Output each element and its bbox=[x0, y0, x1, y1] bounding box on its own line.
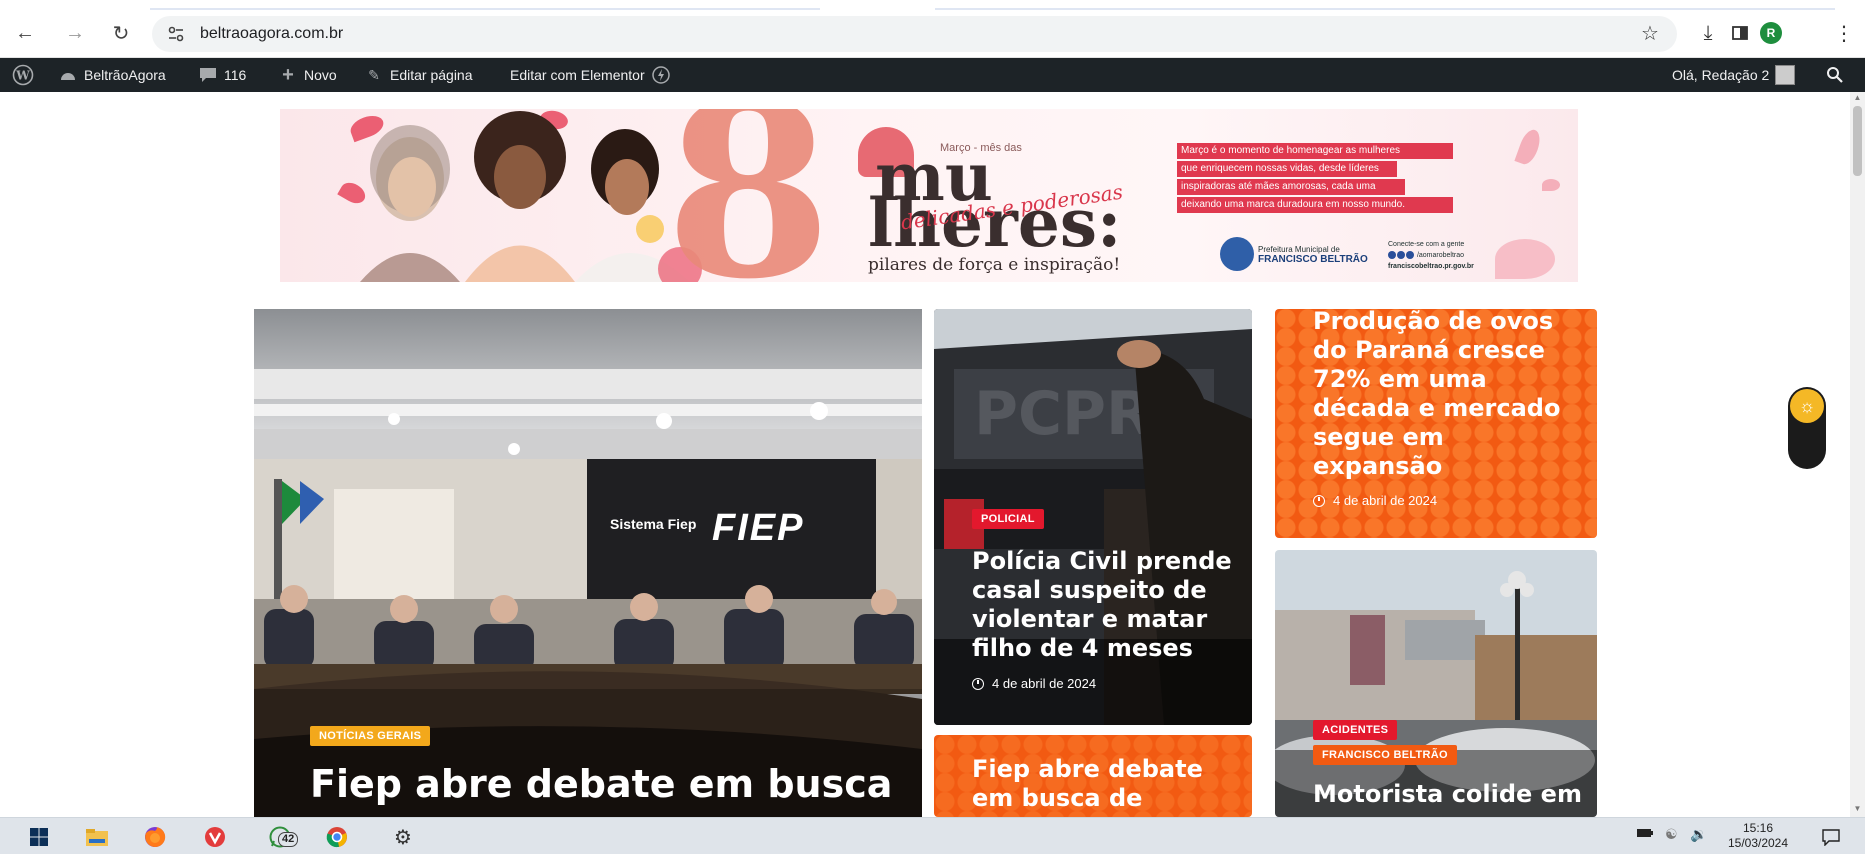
profile-avatar[interactable]: R bbox=[1760, 22, 1782, 44]
clock-icon bbox=[1313, 494, 1325, 507]
clock-icon bbox=[972, 677, 984, 690]
address-bar[interactable]: beltraoagora.com.br bbox=[152, 16, 1677, 52]
clock-time: 15:16 bbox=[1742, 821, 1774, 835]
whatsapp-badge: 42 bbox=[278, 832, 299, 847]
scrollbar-thumb[interactable] bbox=[1853, 106, 1862, 176]
reload-icon[interactable]: ↻ bbox=[108, 20, 134, 46]
wp-admin-bar: W BeltrãoAgora 116 + Novo ✎ Editar págin… bbox=[0, 58, 1865, 92]
volume-icon[interactable]: 🔉 bbox=[1690, 826, 1707, 843]
side-panel-icon[interactable] bbox=[1726, 20, 1754, 46]
new-content-link[interactable]: + Novo bbox=[278, 58, 337, 92]
back-icon[interactable]: ← bbox=[12, 20, 38, 46]
accident-article-card[interactable]: ACIDENTES FRANCISCO BELTRÃO Motorista co… bbox=[1275, 550, 1597, 817]
fiep-sign-text: Sistema Fiep bbox=[610, 516, 697, 532]
womens-month-banner[interactable]: 8 Março - mês das mu lheres: delicadas e… bbox=[280, 109, 1578, 282]
eggs-article-title[interactable]: Produção de ovos do Paraná cresce 72% em… bbox=[1313, 309, 1573, 481]
scroll-up-icon[interactable]: ▲ bbox=[1853, 94, 1862, 102]
lightning-circle-icon bbox=[651, 65, 671, 85]
elementor-link[interactable]: Editar com Elementor bbox=[510, 58, 671, 92]
accident-article-title[interactable]: Motorista colide em bbox=[1313, 780, 1583, 809]
prefeitura-logo: Prefeitura Municipal de FRANCISCO BELTRÃ… bbox=[1258, 245, 1368, 265]
main-article-title[interactable]: Fiep abre debate em busca bbox=[310, 761, 910, 807]
page-scrollbar[interactable]: ▲ ▼ bbox=[1850, 92, 1865, 817]
user-greeting: Olá, Redação 2 bbox=[1672, 67, 1770, 83]
article-date: 4 de abril de 2024 bbox=[972, 676, 1096, 691]
svg-text:W: W bbox=[15, 69, 30, 83]
police-article-card[interactable]: PCPR POLICIAL Polícia Civil prende casal… bbox=[934, 309, 1252, 725]
site-name-link[interactable]: BeltrãoAgora bbox=[58, 58, 166, 92]
banner-text-line: inspiradoras até mães amorosas, cada uma bbox=[1177, 179, 1405, 195]
youtube-icon bbox=[1406, 251, 1414, 260]
windows-start-icon[interactable] bbox=[24, 822, 54, 852]
pencil-icon: ✎ bbox=[368, 66, 380, 83]
wordpress-logo-icon[interactable]: W bbox=[12, 58, 34, 92]
banner-big-eight: 8 bbox=[665, 109, 832, 282]
comment-icon bbox=[198, 65, 218, 85]
search-icon[interactable] bbox=[1826, 58, 1844, 92]
url-text[interactable]: beltraoagora.com.br bbox=[200, 25, 343, 43]
banner-text-line: deixando uma marca duradoura em nosso mu… bbox=[1177, 197, 1453, 213]
svg-text:PCPR: PCPR bbox=[974, 379, 1152, 449]
eggs-article-card[interactable]: Produção de ovos do Paraná cresce 72% em… bbox=[1275, 309, 1597, 538]
article-photo bbox=[1275, 550, 1597, 817]
new-label: Novo bbox=[304, 67, 337, 83]
elementor-label: Editar com Elementor bbox=[510, 67, 645, 83]
category-badge[interactable]: POLICIAL bbox=[972, 509, 1044, 529]
battery-icon[interactable] bbox=[1636, 826, 1654, 842]
edit-page-label: Editar página bbox=[390, 67, 473, 83]
chrome-icon[interactable] bbox=[322, 822, 352, 852]
instagram-icon bbox=[1397, 251, 1405, 260]
comments-count: 116 bbox=[224, 67, 247, 83]
windows-taskbar: 42 ⚙ ☯ 🔉 15:16 15/03/2024 bbox=[0, 817, 1865, 854]
firefox-icon[interactable] bbox=[140, 822, 170, 852]
fiep-small-article-title[interactable]: Fiep abre debate em busca de bbox=[972, 755, 1232, 813]
file-explorer-icon[interactable] bbox=[82, 822, 112, 852]
download-icon[interactable]: ⤓ bbox=[1694, 20, 1722, 46]
fiep-sign-brand: FIEP bbox=[712, 507, 805, 549]
facebook-icon bbox=[1388, 251, 1396, 260]
site-settings-icon[interactable] bbox=[166, 24, 186, 44]
forward-icon[interactable]: → bbox=[62, 20, 88, 46]
article-date: 4 de abril de 2024 bbox=[1313, 493, 1437, 508]
comments-link[interactable]: 116 bbox=[198, 58, 246, 92]
browser-toolbar: ← → ↻ beltraoagora.com.br ☆ ⤓ R ⋮ bbox=[0, 0, 1865, 58]
sun-icon: ☼ bbox=[1790, 389, 1824, 423]
fiep-small-article-card[interactable]: Fiep abre debate em busca de bbox=[934, 735, 1252, 817]
site-name-label: BeltrãoAgora bbox=[84, 67, 166, 83]
banner-text-line: Março é o momento de homenagear as mulhe… bbox=[1177, 143, 1453, 159]
whatsapp-icon[interactable]: 42 bbox=[258, 822, 302, 852]
page-content: 8 Março - mês das mu lheres: delicadas e… bbox=[0, 92, 1850, 817]
category-badge[interactable]: NOTÍCIAS GERAIS bbox=[310, 726, 431, 746]
police-article-title[interactable]: Polícia Civil prende casal suspeito de v… bbox=[972, 547, 1232, 663]
system-clock[interactable]: 15:16 15/03/2024 bbox=[1720, 821, 1796, 851]
menu-kebab-icon[interactable]: ⋮ bbox=[1830, 20, 1858, 46]
city-seal-icon bbox=[1220, 237, 1254, 271]
category-badge[interactable]: FRANCISCO BELTRÃO bbox=[1313, 745, 1457, 765]
settings-gear-icon[interactable]: ⚙ bbox=[388, 822, 418, 852]
user-account-link[interactable]: Olá, Redação 2 bbox=[1672, 58, 1796, 92]
vivaldi-icon[interactable] bbox=[200, 822, 230, 852]
notification-icon[interactable] bbox=[1816, 822, 1846, 852]
banner-social-info: Conecte-se com a gente /aomarobeltrao fr… bbox=[1388, 241, 1474, 270]
wifi-icon[interactable]: ☯ bbox=[1665, 826, 1678, 843]
clock-date: 15/03/2024 bbox=[1727, 836, 1789, 850]
bookmark-star-icon[interactable]: ☆ bbox=[1636, 20, 1664, 46]
category-badge[interactable]: ACIDENTES bbox=[1313, 720, 1398, 740]
banner-text-line: que enriquecem nossas vidas, desde líder… bbox=[1177, 161, 1397, 177]
user-avatar bbox=[1775, 65, 1796, 85]
banner-tagline: pilares de força e inspiração! bbox=[868, 255, 1121, 275]
edit-page-link[interactable]: ✎ Editar página bbox=[364, 58, 473, 92]
dark-mode-toggle[interactable]: ☼ bbox=[1788, 387, 1826, 469]
plus-icon: + bbox=[282, 63, 294, 86]
main-article-card[interactable]: Sistema Fiep FIEP NOTÍCIAS GERAIS Fiep a… bbox=[254, 309, 922, 817]
scroll-down-icon[interactable]: ▼ bbox=[1853, 805, 1862, 813]
dashboard-icon bbox=[58, 65, 78, 85]
